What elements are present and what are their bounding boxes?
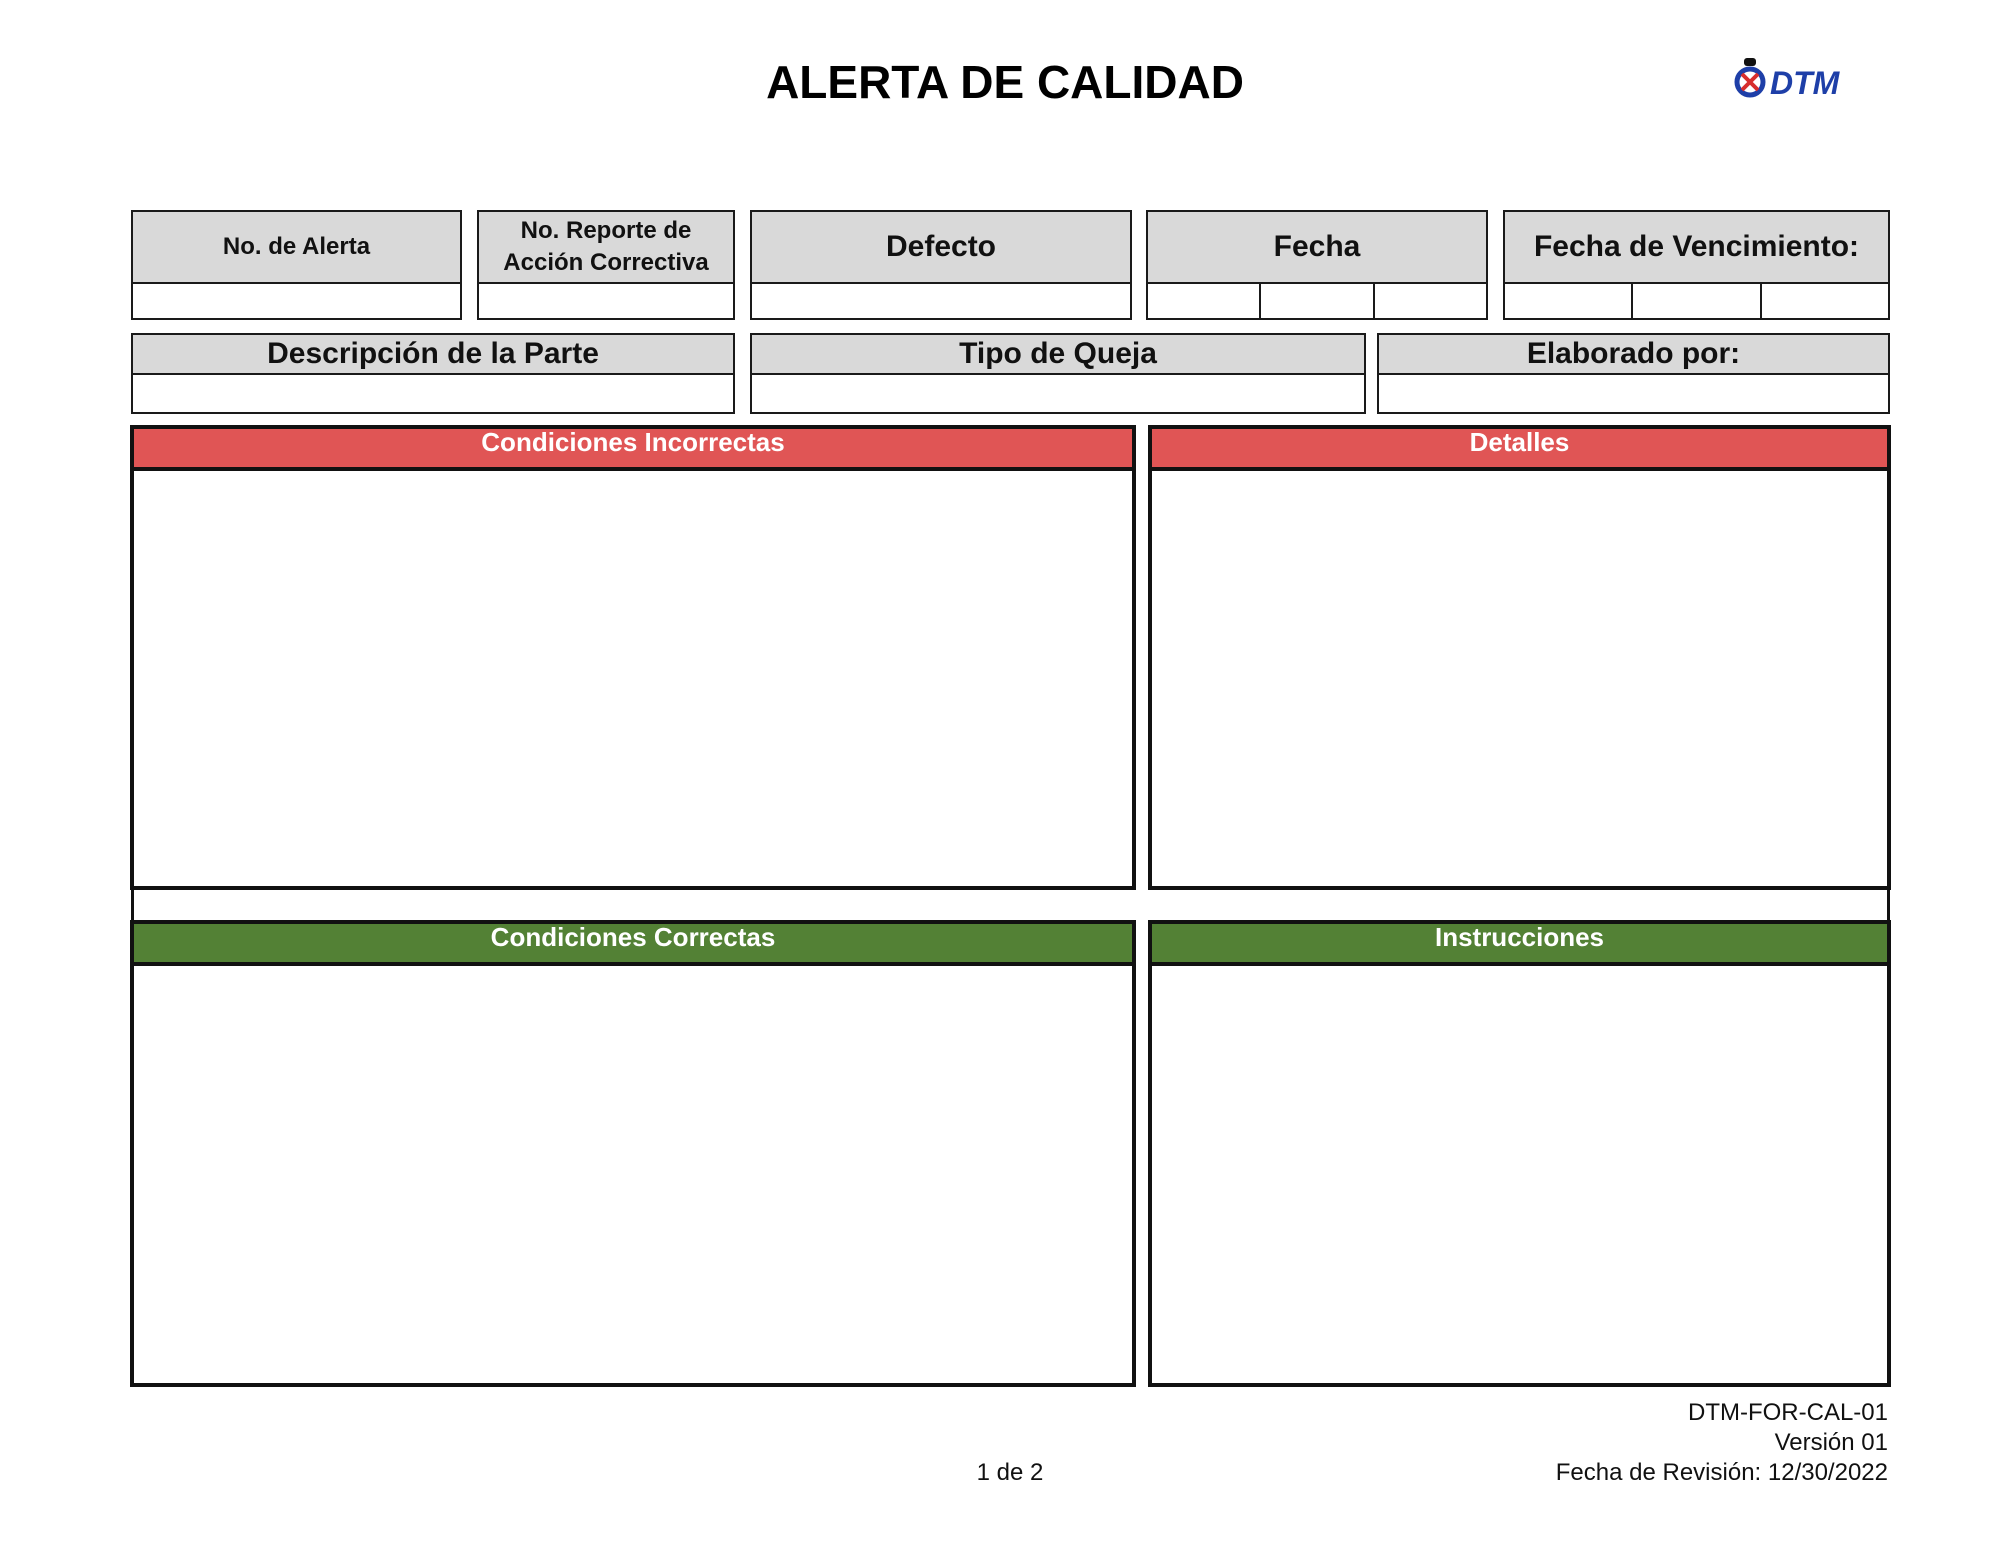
- defect-label: Defecto: [752, 212, 1130, 284]
- complaint-type-box: Tipo de Queja: [750, 333, 1366, 414]
- incorrect-conditions-section: Condiciones Incorrectas: [130, 425, 1136, 890]
- corrective-report-field[interactable]: [479, 282, 733, 318]
- corrective-report-label: No. Reporte de Acción Correctiva: [479, 212, 733, 284]
- logo-text: DTM: [1770, 65, 1841, 101]
- due-date-month-field[interactable]: [1631, 282, 1759, 318]
- part-description-field[interactable]: [133, 375, 733, 412]
- correct-conditions-section: Condiciones Correctas: [130, 920, 1136, 1387]
- date-day-field[interactable]: [1148, 282, 1259, 318]
- part-description-label: Descripción de la Parte: [133, 335, 733, 375]
- part-description-box: Descripción de la Parte: [131, 333, 735, 414]
- complaint-type-field[interactable]: [752, 375, 1364, 412]
- defect-box: Defecto: [750, 210, 1132, 320]
- prepared-by-field[interactable]: [1379, 375, 1888, 412]
- date-month-field[interactable]: [1259, 282, 1372, 318]
- page-title: ALERTA DE CALIDAD: [766, 56, 1244, 108]
- corrective-report-box: No. Reporte de Acción Correctiva: [477, 210, 735, 320]
- incorrect-conditions-area[interactable]: [134, 471, 1132, 886]
- dtm-logo-graphic: DTM: [1734, 58, 1841, 101]
- due-date-day-field[interactable]: [1505, 282, 1631, 318]
- alert-number-label: No. de Alerta: [133, 212, 460, 284]
- date-box: Fecha: [1146, 210, 1488, 320]
- details-area[interactable]: [1152, 471, 1887, 886]
- defect-field[interactable]: [752, 282, 1130, 318]
- date-fields: [1148, 282, 1486, 318]
- details-section: Detalles: [1148, 425, 1891, 890]
- due-date-year-field[interactable]: [1759, 282, 1888, 318]
- due-date-box: Fecha de Vencimiento:: [1503, 210, 1890, 320]
- instructions-header: Instrucciones: [1152, 924, 1887, 966]
- corrective-report-label-line2: Acción Correctiva: [503, 249, 709, 276]
- due-date-fields: [1505, 282, 1888, 318]
- date-year-field[interactable]: [1372, 282, 1486, 318]
- page-number: 1 de 2: [976, 1459, 1044, 1486]
- incorrect-conditions-header: Condiciones Incorrectas: [134, 429, 1132, 471]
- section-divider: [131, 890, 1890, 922]
- complaint-type-label: Tipo de Queja: [752, 335, 1364, 375]
- correct-conditions-area[interactable]: [134, 966, 1132, 1383]
- prepared-by-box: Elaborado por:: [1377, 333, 1890, 414]
- document-footer: DTM-FOR-CAL-01 Versión 01 Fecha de Revis…: [1556, 1398, 1888, 1488]
- alert-number-field[interactable]: [133, 282, 460, 318]
- date-label: Fecha: [1148, 212, 1486, 284]
- details-header: Detalles: [1152, 429, 1887, 471]
- instructions-section: Instrucciones: [1148, 920, 1891, 1387]
- revision-date: Fecha de Revisión: 12/30/2022: [1555, 1459, 1888, 1486]
- correct-conditions-header: Condiciones Correctas: [134, 924, 1132, 966]
- corrective-report-label-line1: No. Reporte de: [520, 217, 692, 244]
- doc-code: DTM-FOR-CAL-01: [1687, 1399, 1888, 1426]
- prepared-by-label: Elaborado por:: [1379, 335, 1888, 375]
- due-date-label: Fecha de Vencimiento:: [1505, 212, 1888, 284]
- doc-version: Versión 01: [1774, 1429, 1888, 1456]
- alert-number-box: No. de Alerta: [131, 210, 462, 320]
- dtm-logo: DTM: [1730, 54, 1880, 104]
- instructions-area[interactable]: [1152, 966, 1887, 1383]
